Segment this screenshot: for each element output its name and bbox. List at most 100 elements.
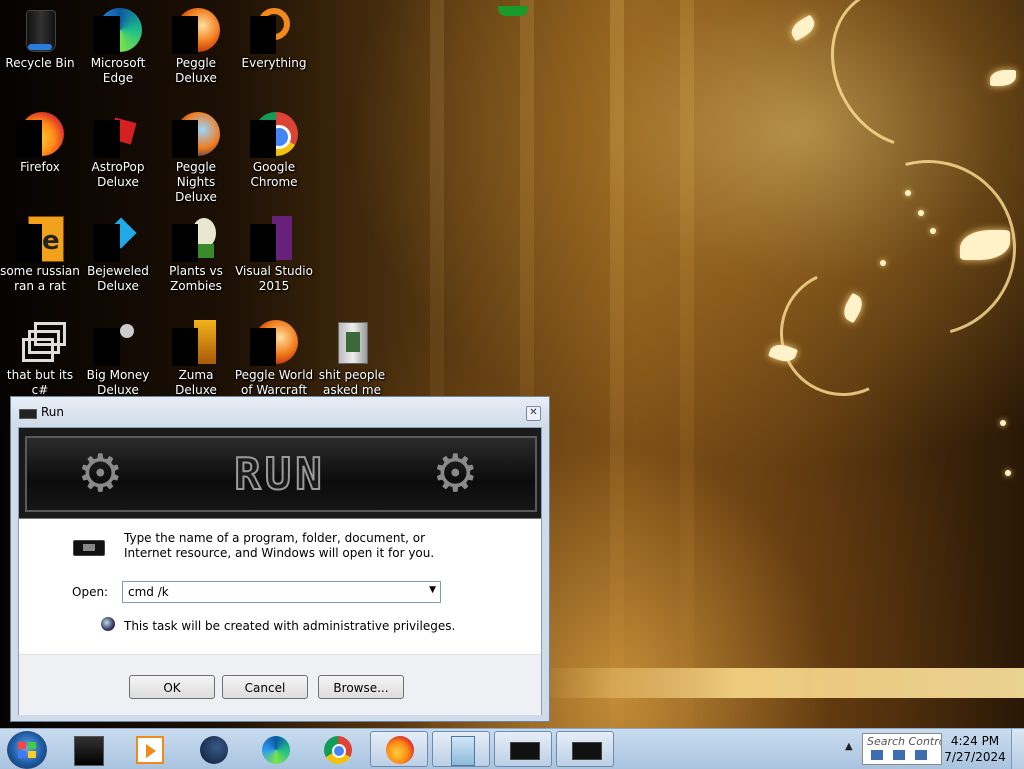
desktop-icon-everything[interactable]: Everything — [234, 2, 314, 102]
wallpaper-spark — [905, 190, 911, 196]
chrome-icon — [250, 110, 298, 158]
firefox-icon — [386, 736, 414, 764]
peggle-icon — [172, 6, 220, 54]
open-combobox[interactable]: cmd /k ▼ — [122, 581, 441, 603]
run-program-icon — [73, 540, 105, 556]
open-label: Open: — [72, 585, 109, 599]
desktop-icon-label: some russian ran a rat — [0, 264, 80, 293]
desktop-icon-label: Peggle World of Warcraft — [234, 368, 314, 397]
network-icon[interactable] — [871, 750, 883, 760]
bejeweled-icon — [94, 214, 142, 262]
desktop-icon-peggle-deluxe[interactable]: Peggle Deluxe — [156, 2, 236, 102]
desktop-icon-label: Microsoft Edge — [90, 56, 146, 85]
desktop-icon-bejeweled-deluxe[interactable]: Bejeweled Deluxe — [78, 210, 158, 310]
desktop-icon-peggle-nights-deluxe[interactable]: Peggle Nights Deluxe — [156, 106, 236, 206]
show-desktop-button[interactable] — [1011, 729, 1024, 769]
zuma-icon — [172, 318, 220, 366]
recycle-bin-icon — [16, 6, 64, 54]
tray-search-text: Search Contro — [867, 735, 942, 748]
desktop-icon-label: Visual Studio 2015 — [235, 264, 313, 293]
chevron-down-icon[interactable]: ▼ — [429, 585, 436, 595]
taskbar-app-run-1[interactable] — [494, 731, 552, 767]
browse-button[interactable]: Browse... — [318, 675, 404, 699]
wallpaper-spark — [880, 260, 886, 266]
run-window-icon — [572, 742, 602, 760]
desktop-icon-label: Everything — [241, 56, 307, 70]
folder-icon — [328, 318, 376, 366]
notepad-icon — [451, 736, 475, 766]
taskbar: ▲ Search Contro 4:24 PM 7/27/2024 — [0, 728, 1024, 769]
shortcut-icon — [16, 318, 66, 366]
wallpaper-leaf — [990, 70, 1016, 86]
run-title-bar[interactable]: Run ✕ — [11, 397, 549, 427]
gear-icon: ⚙ — [432, 444, 479, 504]
everything-search-icon — [250, 6, 298, 54]
big-money-icon — [94, 318, 142, 366]
windows-logo-icon — [18, 742, 36, 758]
chevron-up-icon[interactable]: ▲ — [845, 741, 853, 752]
clock-date: 7/27/2024 — [944, 750, 1006, 764]
taskbar-app-cmd[interactable] — [58, 731, 116, 767]
desktop-icon-label: AstroPop Deluxe — [91, 160, 145, 189]
run-title-icon — [19, 409, 37, 419]
wallpaper-green-mark — [498, 6, 528, 16]
gear-icon: ⚙ — [77, 444, 124, 504]
edge-icon — [262, 736, 290, 764]
taskbar-app-edge[interactable] — [246, 731, 304, 767]
start-button[interactable] — [7, 731, 47, 769]
media-player-icon — [136, 736, 164, 764]
close-icon[interactable]: ✕ — [526, 406, 541, 421]
desktop-icon-label: Bejeweled Deluxe — [87, 264, 149, 293]
cmd-app-icon — [74, 736, 104, 766]
clock[interactable]: 4:24 PM 7/27/2024 — [940, 733, 1010, 765]
astropop-icon — [94, 110, 142, 158]
wallpaper-spark — [930, 228, 936, 234]
taskbar-app-firefox[interactable] — [370, 731, 428, 767]
desktop-icon-label: Google Chrome — [250, 160, 298, 189]
desktop-icon-label: Recycle Bin — [5, 56, 75, 70]
wallpaper-leaf — [787, 14, 819, 42]
desktop-icon-some-russian-ran-a-rat[interactable]: e some russian ran a rat — [0, 210, 80, 310]
plants-vs-zombies-icon — [172, 214, 220, 262]
desktop-icon-label: that but its c# — [6, 368, 74, 397]
desktop-icon-visual-studio-2015[interactable]: Visual Studio 2015 — [234, 210, 314, 310]
desktop-icon-microsoft-edge[interactable]: Microsoft Edge — [78, 2, 158, 102]
chrome-icon — [324, 736, 352, 764]
desktop-icon-label: Big Money Deluxe — [86, 368, 150, 397]
shortcut-icon: e — [16, 214, 64, 262]
desktop-icon-label: Plants vs Zombies — [169, 264, 223, 293]
desktop-icon-google-chrome[interactable]: Google Chrome — [234, 106, 314, 206]
taskbar-app-run-2[interactable] — [556, 731, 614, 767]
volume-icon[interactable] — [915, 750, 927, 760]
desktop-icon-label: shit people asked me — [318, 368, 386, 397]
monitor-icon[interactable] — [893, 750, 905, 760]
desktop-icon-astropop-deluxe[interactable]: AstroPop Deluxe — [78, 106, 158, 206]
wallpaper-glow — [540, 668, 1024, 698]
wallpaper-streak — [610, 0, 624, 728]
run-button-bar: OK Cancel Browse... — [19, 654, 541, 715]
wallpaper-spark — [1000, 420, 1006, 426]
run-banner-text: RUN — [233, 449, 326, 500]
taskbar-app-media-player[interactable] — [120, 731, 178, 767]
steam-icon — [200, 736, 228, 764]
wallpaper-streak — [680, 0, 694, 728]
ok-button[interactable]: OK — [129, 675, 215, 699]
peggle-wow-icon — [250, 318, 298, 366]
peggle-nights-icon — [172, 110, 220, 158]
run-client-area: ⚙ RUN ⚙ Type the name of a program, fold… — [18, 427, 542, 715]
cancel-button[interactable]: Cancel — [222, 675, 308, 699]
wallpaper-swirl — [802, 0, 1004, 174]
admin-note: This task will be created with administr… — [124, 619, 456, 633]
tray-search-box[interactable]: Search Contro — [862, 733, 942, 765]
desktop-icon-firefox[interactable]: Firefox — [0, 106, 80, 206]
open-input[interactable]: cmd /k — [128, 585, 169, 599]
taskbar-app-chrome[interactable] — [308, 731, 366, 767]
desktop-icon-label: Zuma Deluxe — [175, 368, 217, 397]
run-dialog: Run ✕ ⚙ RUN ⚙ Type the name of a program… — [10, 396, 550, 722]
taskbar-app-notepad[interactable] — [432, 731, 490, 767]
visual-studio-icon — [250, 214, 298, 262]
run-title: Run — [41, 405, 65, 419]
desktop-icon-recycle-bin[interactable]: Recycle Bin — [0, 2, 80, 102]
taskbar-app-steam[interactable] — [184, 731, 242, 767]
desktop-icon-plants-vs-zombies[interactable]: Plants vs Zombies — [156, 210, 236, 310]
